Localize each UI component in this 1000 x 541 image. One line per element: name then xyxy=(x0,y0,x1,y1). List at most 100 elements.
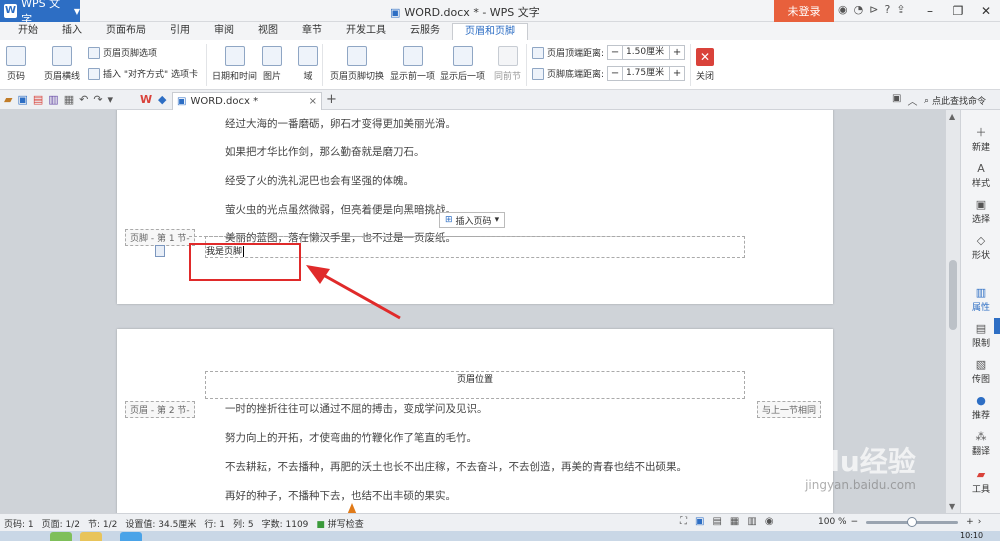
page-2[interactable]: 页眉位置 页眉 - 第 2 节- 与上一节相同 一时的挫折往往可以通过不屈的搏击… xyxy=(117,329,833,513)
document-tab[interactable]: ▣ WORD.docx * × xyxy=(172,92,322,110)
preview-icon[interactable]: ▦ xyxy=(64,93,74,106)
zoom-in-icon[interactable]: + xyxy=(966,517,974,527)
scroll-down-icon[interactable]: ▼ xyxy=(949,502,955,511)
web-view-icon[interactable]: ▦ xyxy=(730,516,739,527)
footer-bottom-value[interactable]: 1.75厘米 xyxy=(622,67,671,80)
app-menu-button[interactable]: W WPS 文字 ▼ xyxy=(0,0,80,26)
footer-bottom-stepper[interactable]: − 1.75厘米 + xyxy=(607,66,686,81)
tab-reference[interactable]: 引用 xyxy=(158,23,202,40)
picture-button[interactable]: 图片 xyxy=(262,46,282,82)
login-button[interactable]: 未登录 xyxy=(774,0,834,22)
tab-start[interactable]: 开始 xyxy=(6,23,50,40)
tab-header-footer[interactable]: 页眉和页脚 xyxy=(452,23,528,40)
increment-button[interactable]: + xyxy=(670,46,684,59)
read-view-icon[interactable]: ▥ xyxy=(747,516,756,527)
page-number-button[interactable]: 页码 xyxy=(6,46,26,82)
panel-collapse-handle[interactable] xyxy=(994,318,1000,334)
insert-align-tab-button[interactable]: 插入 "对齐方式" 选项卡 xyxy=(88,67,198,80)
panel-item-shape[interactable]: ◇ 形状 xyxy=(961,234,1000,261)
panel-item-tools[interactable]: ▰ 工具 xyxy=(961,468,1000,495)
footer-page-icon[interactable] xyxy=(155,245,165,257)
paragraph[interactable]: 不去耕耘，不去播种，再肥的沃土也长不出庄稼，不去奋斗，不去创造，再美的青春也结不… xyxy=(225,459,687,474)
cloud-icon[interactable]: ◔ xyxy=(854,3,864,16)
field-button[interactable]: 域 xyxy=(298,46,318,82)
insert-page-number-button[interactable]: ⊞ 插入页码 ▾ xyxy=(439,212,506,228)
scroll-right-icon[interactable]: › xyxy=(978,517,982,527)
save-icon[interactable]: ▣ xyxy=(17,93,27,106)
new-tab-button[interactable]: + xyxy=(326,92,337,107)
panel-item-style[interactable]: A 样式 xyxy=(961,162,1000,189)
panel-item-properties[interactable]: ▥ 属性 xyxy=(961,286,1000,313)
taskbar-app-icon[interactable] xyxy=(80,532,102,541)
print-icon[interactable]: ▥ xyxy=(48,93,58,106)
scroll-thumb[interactable] xyxy=(949,260,957,330)
skin-icon[interactable]: ◉ xyxy=(838,3,848,16)
header-line-button[interactable]: 页眉横线 xyxy=(44,46,80,82)
paragraph[interactable]: 如果把才华比作剑，那么勤奋就是磨刀石。 xyxy=(225,144,425,159)
more-icon[interactable]: ▾ xyxy=(108,93,114,106)
panel-item-translate[interactable]: ⁂ 翻译 xyxy=(961,430,1000,457)
close-header-footer-button[interactable]: ✕ 关闭 xyxy=(696,48,714,82)
paragraph[interactable]: 一时的挫折往往可以通过不屈的搏击，变成学问及见识。 xyxy=(225,401,488,416)
upload-icon[interactable]: ⇪ xyxy=(896,3,905,16)
status-words[interactable]: 字数: 1109 xyxy=(262,517,309,530)
header-position-text[interactable]: 页眉位置 xyxy=(457,372,493,385)
switch-header-footer-button[interactable]: 页眉页脚切换 xyxy=(330,46,384,82)
outline-view-icon[interactable]: ▤ xyxy=(712,516,721,527)
tab-review[interactable]: 审阅 xyxy=(202,23,246,40)
panel-item-upload-image[interactable]: ▧ 传图 xyxy=(961,358,1000,385)
search-command[interactable]: ⌕ 点此查找命令 xyxy=(924,94,986,108)
zoom-slider-knob[interactable] xyxy=(907,516,918,527)
increment-button[interactable]: + xyxy=(670,67,684,80)
share-icon[interactable]: ⊳ xyxy=(869,3,878,16)
fullscreen-icon[interactable]: ⛶ xyxy=(680,516,687,527)
decrement-button[interactable]: − xyxy=(608,46,622,59)
paragraph[interactable]: 经受了火的洗礼泥巴也会有坚强的体魄。 xyxy=(225,173,414,188)
tab-section[interactable]: 章节 xyxy=(290,23,334,40)
zoom-slider[interactable] xyxy=(866,516,959,527)
paragraph[interactable]: 努力向上的开拓，才使弯曲的竹鞭化作了笔直的毛竹。 xyxy=(225,430,477,445)
spellcheck-toggle[interactable]: ■ 拼写检查 xyxy=(316,517,363,530)
maximize-icon[interactable]: ❐ xyxy=(944,0,972,22)
panel-item-select[interactable]: ▣ 选择 xyxy=(961,198,1000,225)
zoom-level[interactable]: 100 % xyxy=(818,517,847,527)
paragraph[interactable]: 萤火虫的光点虽然微弱，但亮着便是向黑暗挑战。 xyxy=(225,202,456,217)
page-view-icon[interactable]: ▣ xyxy=(695,516,704,527)
decrement-button[interactable]: − xyxy=(608,67,622,80)
export-pdf-icon[interactable]: ▤ xyxy=(33,93,43,106)
undo-icon[interactable]: ↶ xyxy=(79,93,88,106)
date-time-button[interactable]: 日期和时间 xyxy=(212,46,257,82)
tab-page-layout[interactable]: 页面布局 xyxy=(94,23,158,40)
same-as-prev-button[interactable]: 同前节 xyxy=(494,46,521,82)
scroll-up-icon[interactable]: ▲ xyxy=(949,112,955,121)
paragraph[interactable]: 再好的种子，不播种下去，也结不出丰硕的果实。 xyxy=(225,488,456,503)
tab-insert[interactable]: 插入 xyxy=(50,23,94,40)
header-footer-options-button[interactable]: 页眉页脚选项 xyxy=(88,46,157,59)
taskbar-app-icon[interactable] xyxy=(50,532,72,541)
help-icon[interactable]: ? xyxy=(884,3,890,16)
redo-icon[interactable]: ↷ xyxy=(93,93,102,106)
monitor-icon[interactable]: ▣ xyxy=(892,93,901,108)
tab-cloud[interactable]: 云服务 xyxy=(398,23,452,40)
close-tab-icon[interactable]: × xyxy=(309,96,317,107)
header-top-stepper[interactable]: − 1.50厘米 + xyxy=(607,45,686,60)
panel-item-label: 推荐 xyxy=(971,411,990,421)
vertical-scrollbar[interactable]: ▲ ▼ xyxy=(945,110,960,513)
header-top-value[interactable]: 1.50厘米 xyxy=(622,46,671,59)
show-next-button[interactable]: 显示后一项 xyxy=(440,46,485,82)
open-icon[interactable]: ▰ xyxy=(4,93,12,106)
tab-view[interactable]: 视图 xyxy=(246,23,290,40)
panel-item-recommend[interactable]: ● 推荐 xyxy=(961,394,1000,421)
tab-developer[interactable]: 开发工具 xyxy=(334,23,398,40)
minimize-icon[interactable]: – xyxy=(916,0,944,22)
cube-icon[interactable]: ◆ xyxy=(158,93,166,106)
panel-item-new[interactable]: ＋ 新建 xyxy=(961,126,1000,153)
eye-icon[interactable]: ◉ xyxy=(765,516,774,527)
wps-home-icon[interactable]: W xyxy=(140,93,152,106)
chevron-up-icon[interactable]: ︿ xyxy=(907,93,917,108)
taskbar-app-icon[interactable] xyxy=(120,532,142,541)
show-prev-button[interactable]: 显示前一项 xyxy=(390,46,435,82)
close-window-icon[interactable]: ✕ xyxy=(972,0,1000,22)
zoom-out-icon[interactable]: − xyxy=(851,517,859,527)
paragraph[interactable]: 经过大海的一番磨砺，卵石才变得更加美丽光滑。 xyxy=(225,116,456,131)
